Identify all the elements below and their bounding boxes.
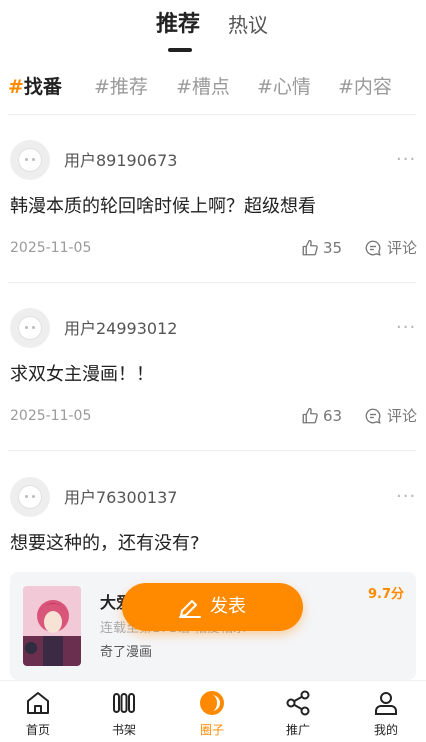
category-content[interactable]: #内容 [338,72,392,102]
profile-icon [375,692,397,715]
publish-label: 发表 [210,596,246,617]
post-date: 2025-11-05 [10,240,92,256]
comment-button[interactable]: 评论 [387,238,417,258]
post-content: 韩漫本质的轮回啥时候上啊？超级想看 [10,196,316,217]
nav-label: 书架 [111,723,136,737]
hash-mark: # [94,76,110,98]
like-count: 35 [323,239,343,257]
category-find[interactable]: #找番 [8,72,62,102]
category-label: 心情 [272,76,311,98]
publish-button[interactable]: 发表 [122,583,303,631]
nav-profile[interactable]: 我的 [356,687,416,741]
avatar[interactable] [10,477,50,517]
avatar[interactable] [10,140,50,180]
comic-cover-image [23,586,81,666]
more-icon[interactable]: ··· [396,151,416,169]
more-icon[interactable]: ··· [396,319,416,337]
hash-mark: # [257,76,273,98]
thumbs-up-icon[interactable] [301,239,319,257]
nav-label: 推广 [285,723,310,737]
divider [8,282,416,283]
category-label: 内容 [353,76,392,98]
thumbs-up-icon[interactable] [301,407,319,425]
nav-circle[interactable]: 圈子 [182,687,242,741]
username[interactable]: 用户89190673 [64,150,177,172]
circle-icon [200,691,224,715]
comic-score: 9.7分 [368,587,405,602]
nav-label: 圈子 [199,723,224,737]
divider [8,450,416,451]
hash-mark: # [8,76,24,98]
avatar[interactable] [10,308,50,348]
category-label: 找番 [23,76,62,98]
post-content: 求双女主漫画！！ [10,364,154,385]
nav-promote[interactable]: 推广 [268,687,328,741]
category-bar: #找番 #推荐 #槽点 #心情 #内容 [0,68,426,104]
hash-mark: # [338,76,354,98]
category-label: 推荐 [109,76,148,98]
post-content: 想要这种的，还有没有? [10,533,200,554]
category-complaint[interactable]: #槽点 [176,72,230,102]
nav-home[interactable]: 首页 [8,687,68,741]
post-date: 2025-11-05 [10,408,92,424]
bookshelf-icon [113,693,135,713]
nav-label: 首页 [25,723,50,737]
pen-icon [179,600,201,618]
active-tab-indicator [168,48,192,52]
nav-bookshelf[interactable]: 书架 [94,687,154,741]
category-mood[interactable]: #心情 [257,72,311,102]
like-count: 63 [323,407,343,425]
comment-icon[interactable] [364,407,382,425]
bottom-nav: 首页 书架 圈子 推广 我的 [0,680,426,742]
tab-hot[interactable]: 热议 [228,8,268,42]
share-icon [286,690,310,716]
category-label: 槽点 [191,76,230,98]
username[interactable]: 用户24993012 [64,318,177,340]
comment-icon[interactable] [364,239,382,257]
divider [8,114,416,115]
category-recommend[interactable]: #推荐 [94,72,148,102]
username[interactable]: 用户76300137 [64,487,177,509]
comment-button[interactable]: 评论 [387,406,417,426]
home-icon [27,692,49,714]
tab-recommend[interactable]: 推荐 [156,8,200,42]
comic-publisher: 奇了漫画 [100,645,153,660]
top-tab-bar: 推荐 热议 [0,0,426,60]
hash-mark: # [176,76,192,98]
nav-label: 我的 [373,723,398,737]
more-icon[interactable]: ··· [396,488,416,506]
